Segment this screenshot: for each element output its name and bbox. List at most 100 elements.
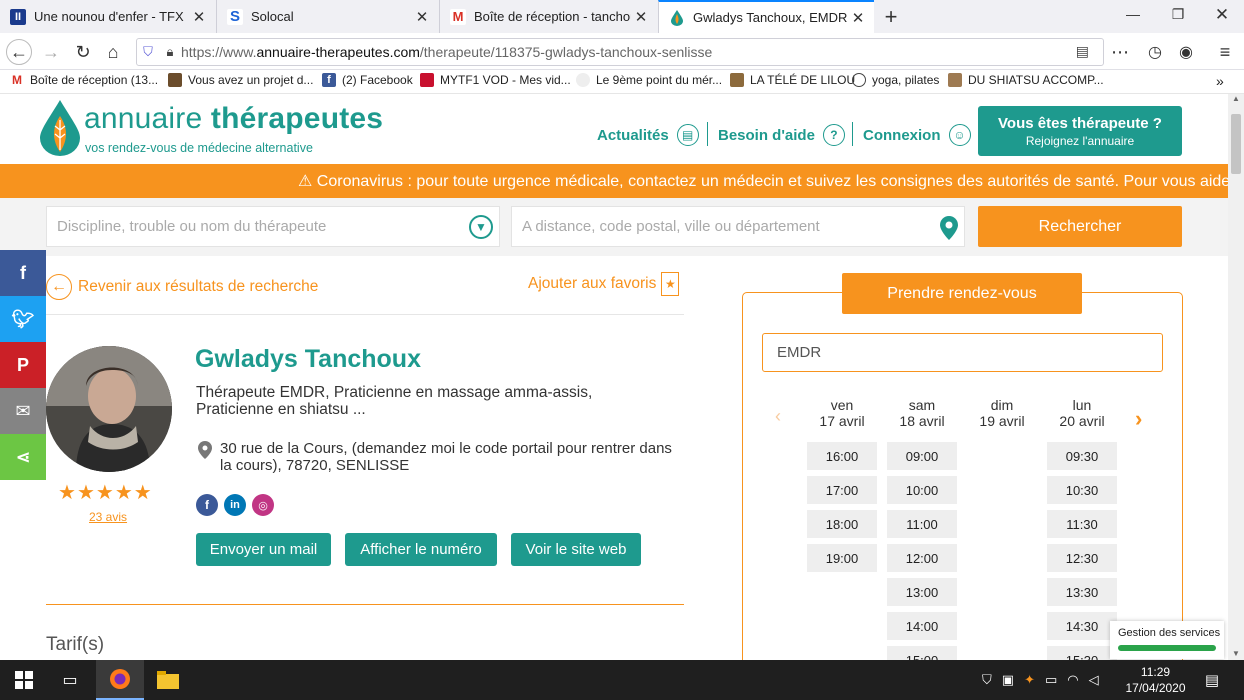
chevron-right-icon[interactable]: ›	[1135, 406, 1142, 432]
instagram-icon[interactable]: ◎	[252, 494, 274, 516]
send-mail-button[interactable]: Envoyer un mail	[196, 533, 331, 566]
bookmark-facebook[interactable]: f (2) Facebook	[322, 73, 413, 87]
close-icon[interactable]: ✕	[848, 9, 868, 27]
bookmark-shiatsu[interactable]: DU SHIATSU ACCOMP...	[948, 73, 1104, 87]
share-twitter-icon[interactable]: 🐦︎	[0, 296, 46, 342]
time-slot[interactable]: 09:30	[1047, 442, 1117, 470]
share-email-icon[interactable]: ✉	[0, 388, 46, 434]
tab-tfx[interactable]: II Une nounou d'enfer - TFX ✕	[0, 0, 215, 33]
close-window-icon[interactable]: ✕	[1209, 5, 1235, 25]
bookmark-gmail[interactable]: M Boîte de réception (13...	[10, 73, 158, 87]
time-slot[interactable]: 19:00	[807, 544, 877, 572]
bookmarks-overflow-icon[interactable]: »	[1216, 73, 1224, 89]
menu-icon[interactable]: ≡	[1212, 39, 1238, 65]
clock[interactable]: 11:29 17/04/2020	[1118, 664, 1193, 696]
time-slot[interactable]: 13:00	[887, 578, 957, 606]
time-slot[interactable]: 09:00	[887, 442, 957, 470]
url-bar[interactable]: ⛉ 🔒︎ https://www.annuaire-therapeutes.co…	[136, 38, 1104, 66]
task-view-icon[interactable]: ▭	[46, 660, 94, 700]
star-icon: ★	[76, 482, 96, 504]
facebook-icon[interactable]: f	[196, 494, 218, 516]
scroll-down-icon[interactable]: ▼	[1228, 649, 1244, 658]
time-slot[interactable]: 14:00	[887, 612, 957, 640]
discipline-input[interactable]: Discipline, trouble ou nom du thérapeute…	[46, 206, 500, 247]
forward-icon[interactable]: →	[38, 39, 64, 65]
time-slot[interactable]: 11:30	[1047, 510, 1117, 538]
close-icon[interactable]: ✕	[189, 8, 209, 26]
wifi-icon[interactable]: ◠	[1067, 672, 1078, 688]
firefox-taskbar-icon[interactable]	[96, 660, 144, 700]
tab-solocal[interactable]: S Solocal ✕	[216, 0, 438, 33]
scroll-thumb[interactable]	[1231, 114, 1241, 174]
location-input[interactable]: A distance, code postal, ville ou départ…	[511, 206, 965, 247]
battery-icon[interactable]: ▭	[1045, 672, 1057, 688]
bookmark-project[interactable]: Vous avez un projet d...	[168, 73, 313, 87]
reload-icon[interactable]: ↻	[70, 39, 96, 65]
nav-besoin-aide[interactable]: Besoin d'aide?	[718, 124, 845, 146]
shiatsu-icon	[948, 73, 962, 87]
search-button[interactable]: Rechercher	[978, 206, 1182, 247]
bookmark-label: Vous avez un projet d...	[188, 73, 314, 87]
book-appointment-button[interactable]: Prendre rendez-vous	[842, 273, 1082, 314]
volume-icon[interactable]: ◁	[1089, 672, 1099, 688]
time-slot[interactable]: 15:30	[1047, 646, 1117, 660]
site-logo[interactable]: annuaire thérapeutes vos rendez-vous de …	[40, 100, 400, 160]
nav-actualites[interactable]: Actualités ▤	[597, 124, 699, 146]
time-slot[interactable]: 12:30	[1047, 544, 1117, 572]
visit-website-button[interactable]: Voir le site web	[511, 533, 641, 566]
nav-connexion[interactable]: Connexion ☺	[863, 124, 971, 146]
windows-start-icon[interactable]	[0, 660, 48, 700]
time-slot[interactable]: 12:00	[887, 544, 957, 572]
reader-view-icon[interactable]: ▤	[1076, 43, 1089, 60]
restore-icon[interactable]: ❐	[1165, 6, 1191, 23]
file-explorer-icon[interactable]	[144, 660, 192, 700]
new-tab-icon[interactable]: +	[878, 4, 904, 30]
time-slot[interactable]: 14:30	[1047, 612, 1117, 640]
bookmark-mytf1[interactable]: MYTF1 VOD - Mes vid...	[420, 73, 571, 87]
tab-gmail[interactable]: M Boîte de réception - tanchoux.g ✕	[439, 0, 657, 33]
back-icon[interactable]: ←	[6, 39, 32, 65]
share-facebook-icon[interactable]: f	[0, 250, 46, 296]
bookmark-point[interactable]: Le 9ème point du mér...	[576, 73, 722, 87]
back-to-results-link[interactable]: ← Revenir aux résultats de recherche	[46, 274, 318, 300]
scroll-up-icon[interactable]: ▲	[1228, 94, 1244, 103]
linkedin-icon[interactable]: in	[224, 494, 246, 516]
tab-annuaire[interactable]: Gwladys Tanchoux, EMDR, Mas ✕	[658, 0, 874, 33]
chevron-left-icon[interactable]: ‹	[775, 406, 781, 427]
time-slot[interactable]: 11:00	[887, 510, 957, 538]
minimize-icon[interactable]: —	[1120, 6, 1146, 22]
time-slot[interactable]: 18:00	[807, 510, 877, 538]
time-slot[interactable]: 10:00	[887, 476, 957, 504]
security-icon[interactable]: ⛉	[982, 672, 992, 688]
service-select[interactable]: EMDR	[762, 333, 1163, 372]
account-icon[interactable]: ◉	[1173, 39, 1199, 65]
close-icon[interactable]: ✕	[631, 8, 651, 26]
home-icon[interactable]: ⌂	[100, 39, 126, 65]
time-slot[interactable]: 15:00	[887, 646, 957, 660]
more-icon[interactable]: ⋯	[1107, 39, 1133, 65]
chevron-down-icon[interactable]: ▼	[469, 215, 493, 239]
share-more-icon[interactable]: ⋖	[0, 434, 46, 480]
time-slot[interactable]: 16:00	[807, 442, 877, 470]
time-slot[interactable]: 13:30	[1047, 578, 1117, 606]
favorite-label: Ajouter aux favoris	[528, 275, 657, 292]
app-tray-icon[interactable]: ✦	[1024, 672, 1035, 688]
therapist-signup-button[interactable]: Vous êtes thérapeute ? Rejoignez l'annua…	[978, 106, 1182, 156]
bookmark-yoga[interactable]: yoga, pilates	[852, 73, 939, 87]
bookmarks-bar: M Boîte de réception (13... Vous avez un …	[0, 70, 1244, 94]
battery-saver-icon[interactable]: ▣	[1002, 672, 1014, 688]
page-scrollbar[interactable]: ▲ ▼	[1228, 94, 1244, 660]
share-pinterest-icon[interactable]: P	[0, 342, 46, 388]
back-link-label: Revenir aux résultats de recherche	[78, 278, 319, 295]
day-name: ven	[830, 397, 854, 413]
show-phone-button[interactable]: Afficher le numéro	[345, 533, 497, 566]
bookmark-lilou[interactable]: LA TÉLÉ DE LILOU	[730, 73, 855, 87]
cookie-services-widget[interactable]: Gestion des services	[1110, 621, 1224, 659]
history-icon[interactable]: ◷	[1142, 39, 1168, 65]
time-slot[interactable]: 17:00	[807, 476, 877, 504]
add-favorite-link[interactable]: Ajouter aux favoris ★	[528, 272, 680, 296]
close-icon[interactable]: ✕	[412, 8, 432, 26]
notifications-icon[interactable]: ▤	[1192, 660, 1232, 700]
time-slot[interactable]: 10:30	[1047, 476, 1117, 504]
reviews-link[interactable]: 23 avis	[89, 510, 127, 524]
